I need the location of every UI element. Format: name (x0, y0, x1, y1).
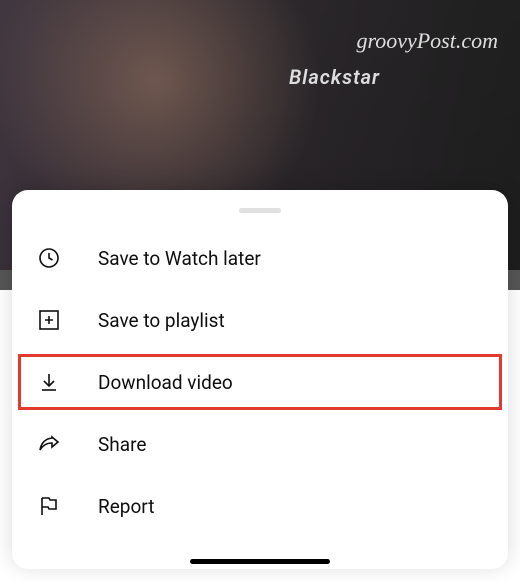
amp-brand-label: Blackstar (289, 65, 380, 89)
playlist-add-icon (36, 307, 62, 333)
share-icon (36, 431, 62, 457)
clock-icon (36, 245, 62, 271)
menu-item-label: Share (98, 433, 146, 456)
menu-item-label: Save to Watch later (98, 247, 261, 270)
menu-item-save-playlist[interactable]: Save to playlist (12, 289, 508, 351)
flag-icon (36, 493, 62, 519)
menu-item-label: Download video (98, 371, 233, 394)
menu-item-label: Report (98, 495, 154, 518)
home-indicator[interactable] (190, 559, 330, 564)
watermark-text: groovyPost.com (356, 28, 498, 54)
bottom-sheet: Save to Watch later Save to playlist Dow… (12, 190, 508, 569)
menu-item-report[interactable]: Report (12, 475, 508, 537)
menu-item-label: Save to playlist (98, 309, 225, 332)
sheet-grabber[interactable] (239, 208, 281, 213)
menu-item-watch-later[interactable]: Save to Watch later (12, 227, 508, 289)
menu-item-share[interactable]: Share (12, 413, 508, 475)
menu-item-download[interactable]: Download video (15, 351, 505, 413)
download-icon (36, 369, 62, 395)
